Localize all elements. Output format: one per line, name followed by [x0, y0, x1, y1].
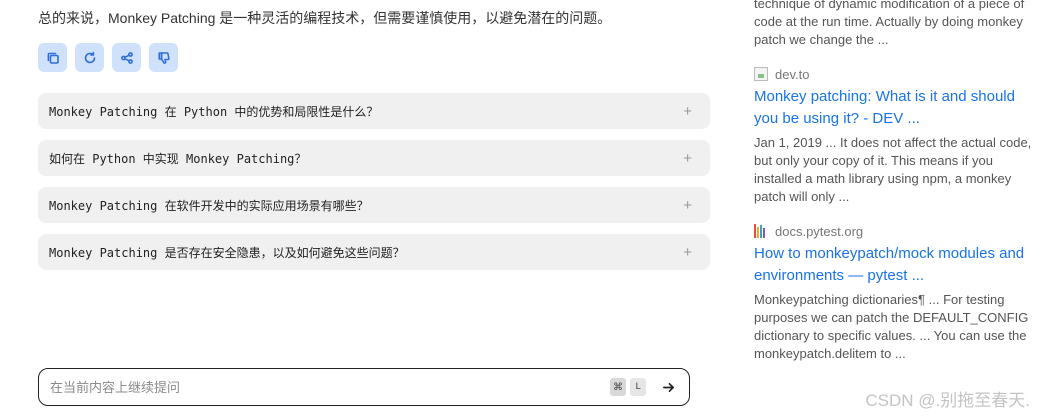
related-question-text: Monkey Patching 是否存在安全隐患，以及如何避免这些问题？	[49, 245, 405, 260]
plus-icon: +	[683, 243, 692, 261]
answer-actions	[38, 43, 178, 72]
sources-panel: technique of dynamic modification of a p…	[754, 0, 1039, 363]
related-question-text: 如何在 Python 中实现 Monkey Patching？	[49, 151, 307, 166]
plus-icon: +	[683, 149, 692, 167]
related-question-text: Monkey Patching 在 Python 中的优势和局限性是什么？	[49, 104, 379, 119]
follow-up-input[interactable]	[50, 379, 606, 395]
copy-button[interactable]	[38, 43, 67, 72]
source-title-link[interactable]: How to monkeypatch/mock modules and envi…	[754, 243, 1039, 287]
dislike-button[interactable]	[149, 43, 178, 72]
related-question-item[interactable]: Monkey Patching 在 Python 中的优势和局限性是什么？ +	[38, 93, 710, 129]
source-snippet: Jan 1, 2019 ... It does not affect the a…	[754, 135, 1032, 204]
send-button[interactable]	[658, 377, 678, 397]
source-domain-text: docs.pytest.org	[775, 223, 864, 239]
arrow-right-icon	[662, 382, 674, 392]
copy-icon	[47, 52, 59, 64]
share-icon	[120, 51, 133, 64]
source-item: dev.to Monkey patching: What is it and s…	[754, 65, 1039, 206]
source-domain: dev.to	[754, 65, 1039, 83]
pytest-logo-icon	[754, 224, 768, 238]
related-question-item[interactable]: Monkey Patching 是否存在安全隐患，以及如何避免这些问题？ +	[38, 234, 710, 270]
source-title-link[interactable]: Monkey patching: What is it and should y…	[754, 86, 1039, 130]
l-key-hint: L	[630, 378, 646, 396]
related-question-item[interactable]: Monkey Patching 在软件开发中的实际应用场景有哪些？ +	[38, 187, 710, 223]
related-question-text: Monkey Patching 在软件开发中的实际应用场景有哪些？	[49, 198, 369, 213]
answer-summary: 总的来说，Monkey Patching 是一种灵活的编程技术，但需要谨慎使用，…	[38, 10, 612, 26]
source-snippet: Monkeypatching dictionaries¶ ... For tes…	[754, 292, 1029, 361]
cmd-key-hint: ⌘	[610, 378, 626, 396]
regenerate-button[interactable]	[75, 43, 104, 72]
plus-icon: +	[683, 196, 692, 214]
related-questions: Monkey Patching 在 Python 中的优势和局限性是什么？ + …	[38, 93, 710, 281]
refresh-icon	[84, 51, 95, 63]
related-question-item[interactable]: 如何在 Python 中实现 Monkey Patching？ +	[38, 140, 710, 176]
watermark: CSDN @.别拖至春天.	[865, 391, 1030, 410]
source-snippet: technique of dynamic modification of a p…	[754, 0, 1025, 47]
source-domain: docs.pytest.org	[754, 222, 1039, 240]
plus-icon: +	[683, 102, 692, 120]
source-item: docs.pytest.org How to monkeypatch/mock …	[754, 222, 1039, 363]
broken-image-icon	[754, 67, 768, 81]
follow-up-input-box: ⌘ L	[38, 368, 690, 406]
thumbs-down-icon	[157, 51, 170, 64]
source-domain-text: dev.to	[775, 66, 810, 82]
share-button[interactable]	[112, 43, 141, 72]
